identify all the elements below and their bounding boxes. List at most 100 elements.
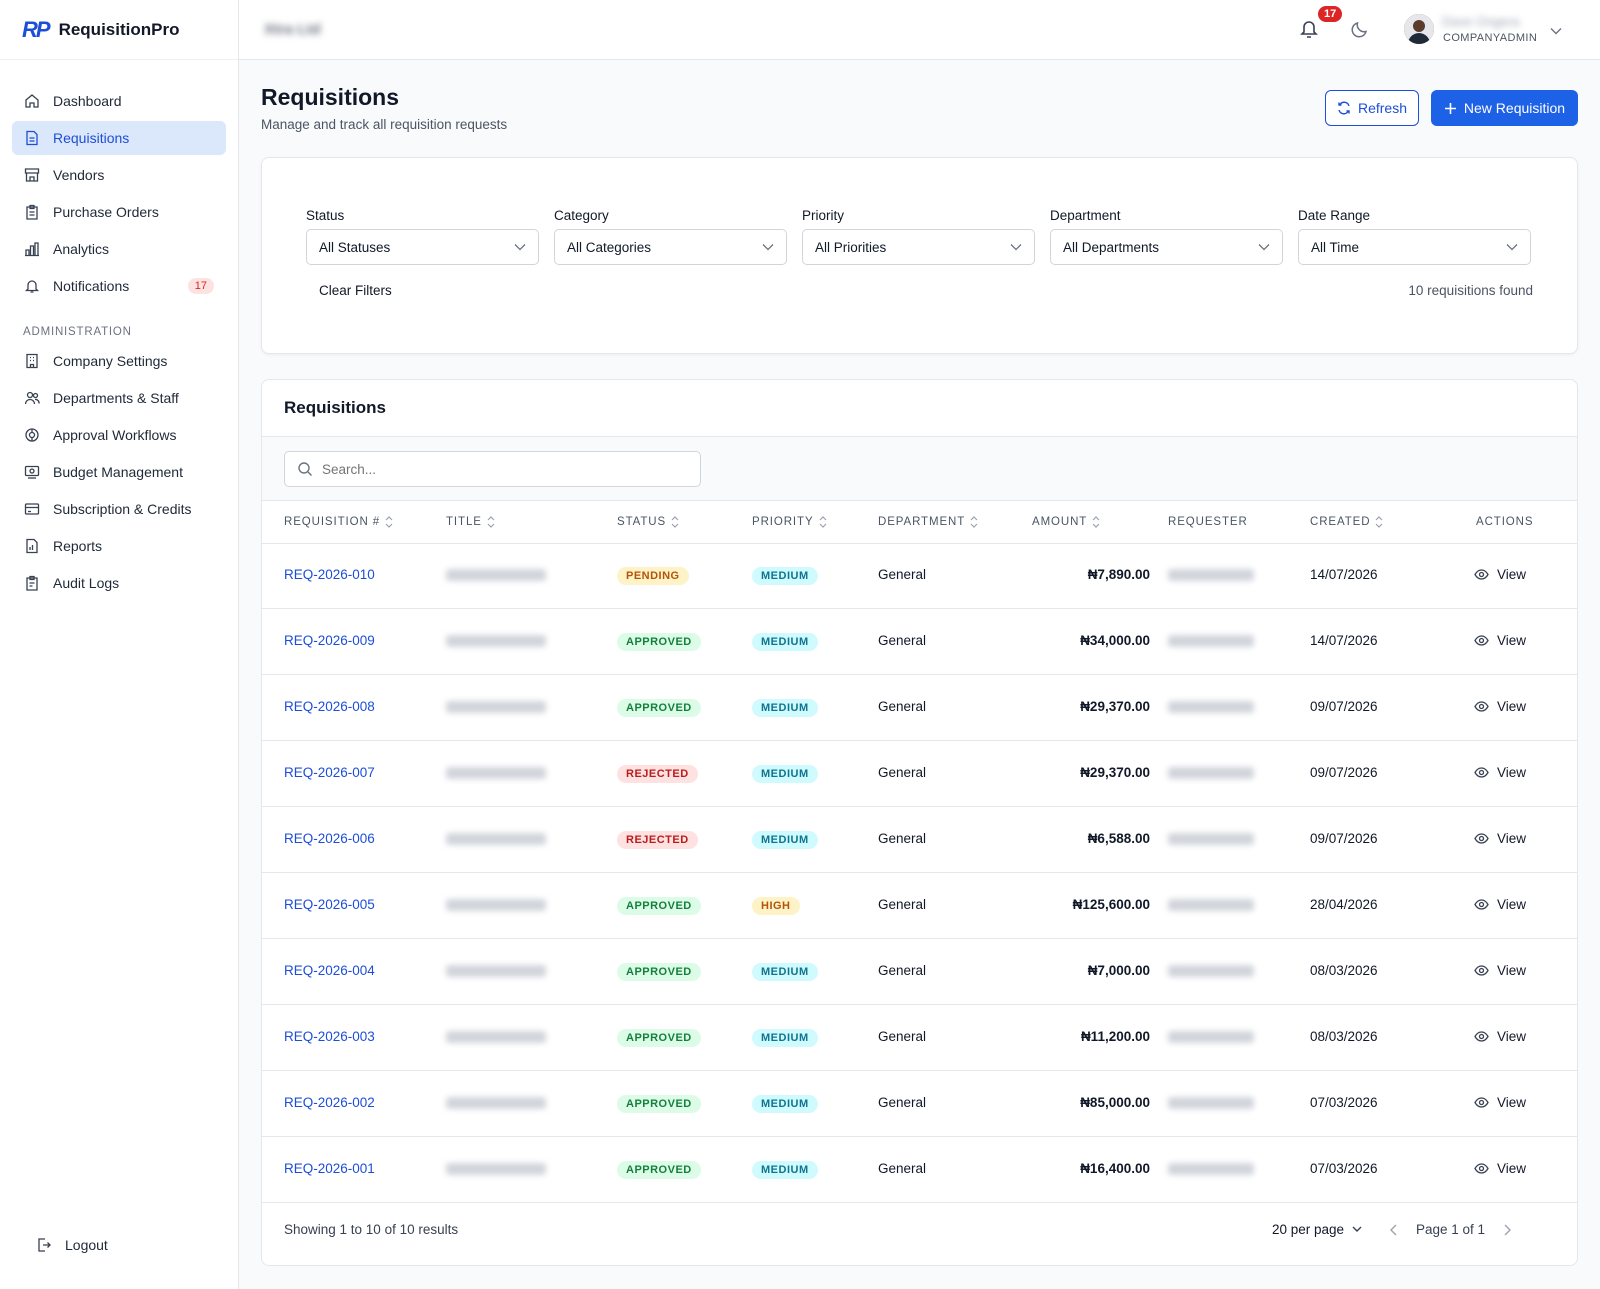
- status-select[interactable]: All Statuses: [306, 229, 539, 265]
- table-row[interactable]: REQ-2026-005 APPROVED HIGH General ₦125,600.…: [262, 873, 1577, 939]
- refresh-button[interactable]: Refresh: [1325, 90, 1419, 126]
- notifications-bell-icon[interactable]: [1299, 18, 1319, 43]
- requisition-link[interactable]: REQ-2026-002: [284, 1095, 375, 1110]
- eye-icon: [1474, 833, 1489, 844]
- department-cell: General: [878, 1095, 927, 1110]
- search-box[interactable]: [284, 451, 701, 487]
- requisition-link[interactable]: REQ-2026-009: [284, 633, 375, 648]
- avatar[interactable]: [1404, 14, 1434, 44]
- sidebar-item-dashboard[interactable]: Dashboard: [12, 84, 226, 118]
- sort-icon: [487, 516, 495, 528]
- new-requisition-button[interactable]: New Requisition: [1431, 90, 1578, 126]
- view-button[interactable]: View: [1474, 633, 1526, 648]
- view-label: View: [1497, 765, 1527, 780]
- date-range-select[interactable]: All Time: [1298, 229, 1531, 265]
- requisition-link[interactable]: REQ-2026-007: [284, 765, 375, 780]
- view-button[interactable]: View: [1474, 765, 1526, 780]
- requisition-link[interactable]: REQ-2026-001: [284, 1161, 375, 1176]
- requisition-link[interactable]: REQ-2026-003: [284, 1029, 375, 1044]
- view-button[interactable]: View: [1474, 1161, 1526, 1176]
- created-cell: 08/03/2026: [1310, 1029, 1378, 1044]
- category-filter-label: Category: [554, 208, 609, 223]
- amount-cell: ₦11,200.00: [1080, 1029, 1150, 1044]
- document-icon: [24, 130, 40, 146]
- sidebar-item-audit-logs[interactable]: Audit Logs: [12, 566, 226, 600]
- view-button[interactable]: View: [1474, 1095, 1526, 1110]
- requester-cell: [1168, 1097, 1254, 1109]
- requisition-link[interactable]: REQ-2026-004: [284, 963, 375, 978]
- table-row[interactable]: REQ-2026-003 APPROVED MEDIUM General ₦11,200…: [262, 1005, 1577, 1071]
- column-header-title[interactable]: TITLE: [446, 516, 495, 528]
- department-select[interactable]: All Departments: [1050, 229, 1283, 265]
- priority-select[interactable]: All Priorities: [802, 229, 1035, 265]
- bell-icon: [24, 278, 40, 294]
- view-label: View: [1497, 897, 1527, 912]
- requisition-link[interactable]: REQ-2026-010: [284, 567, 375, 582]
- requisition-link[interactable]: REQ-2026-008: [284, 699, 375, 714]
- per-page-select[interactable]: 20 per page: [1272, 1222, 1362, 1237]
- sidebar-item-departments-staff[interactable]: Departments & Staff: [12, 381, 226, 415]
- sidebar-item-vendors[interactable]: Vendors: [12, 158, 226, 192]
- user-menu-chevron-down-icon[interactable]: [1550, 22, 1562, 38]
- search-icon: [298, 462, 312, 476]
- table-row[interactable]: REQ-2026-006 REJECTED MEDIUM General ₦6,588.…: [262, 807, 1577, 873]
- sidebar-item-notifications[interactable]: Notifications 17: [12, 269, 226, 303]
- requisition-link[interactable]: REQ-2026-006: [284, 831, 375, 846]
- user-name: Dave Ongera: [1442, 14, 1520, 29]
- priority-badge: MEDIUM: [752, 1029, 818, 1047]
- view-button[interactable]: View: [1474, 699, 1526, 714]
- view-label: View: [1497, 699, 1527, 714]
- requisition-link[interactable]: REQ-2026-005: [284, 897, 375, 912]
- priority-badge: MEDIUM: [752, 567, 818, 585]
- created-cell: 14/07/2026: [1310, 633, 1378, 648]
- chevron-right-icon[interactable]: [1503, 1224, 1512, 1236]
- column-header-label: ACTIONS: [1476, 516, 1534, 528]
- table-row[interactable]: REQ-2026-008 APPROVED MEDIUM General ₦29,370…: [262, 675, 1577, 741]
- sidebar-item-company-settings[interactable]: Company Settings: [12, 344, 226, 378]
- table-row[interactable]: REQ-2026-002 APPROVED MEDIUM General ₦85,000…: [262, 1071, 1577, 1137]
- clear-filters-button[interactable]: Clear Filters: [319, 283, 392, 298]
- column-header-requisition[interactable]: REQUISITION #: [284, 516, 393, 528]
- building-icon: [24, 353, 40, 369]
- table-row[interactable]: REQ-2026-001 APPROVED MEDIUM General ₦16,400…: [262, 1137, 1577, 1203]
- sidebar-item-budget-management[interactable]: Budget Management: [12, 455, 226, 489]
- priority-badge: MEDIUM: [752, 1161, 818, 1179]
- sidebar-item-label: Purchase Orders: [53, 204, 159, 220]
- sidebar-item-requisitions[interactable]: Requisitions: [12, 121, 226, 155]
- search-input[interactable]: [322, 461, 682, 477]
- column-header-amount[interactable]: AMOUNT: [1032, 516, 1100, 528]
- view-button[interactable]: View: [1474, 1029, 1526, 1044]
- column-header-label: TITLE: [446, 516, 482, 528]
- table-row[interactable]: REQ-2026-004 APPROVED MEDIUM General ₦7,000.…: [262, 939, 1577, 1005]
- chevron-left-icon[interactable]: [1390, 1224, 1398, 1236]
- table-row[interactable]: REQ-2026-010 PENDING MEDIUM General ₦7,890.0…: [262, 543, 1577, 609]
- logout-button[interactable]: Logout: [24, 1228, 214, 1262]
- dark-mode-toggle-icon[interactable]: [1350, 19, 1370, 42]
- department-cell: General: [878, 633, 927, 648]
- column-header-created[interactable]: CREATED: [1310, 516, 1383, 528]
- created-cell: 07/03/2026: [1310, 1095, 1378, 1110]
- sidebar-item-subscription-credits[interactable]: Subscription & Credits: [12, 492, 226, 526]
- page-title: Requisitions: [261, 84, 400, 110]
- view-button[interactable]: View: [1474, 567, 1526, 582]
- column-header-priority[interactable]: PRIORITY: [752, 516, 827, 528]
- brand-logo: RP: [22, 16, 51, 42]
- sidebar-item-approval-workflows[interactable]: Approval Workflows: [12, 418, 226, 452]
- table-row[interactable]: REQ-2026-009 APPROVED MEDIUM General ₦34,000…: [262, 609, 1577, 675]
- view-button[interactable]: View: [1474, 897, 1526, 912]
- sidebar-item-purchase-orders[interactable]: Purchase Orders: [12, 195, 226, 229]
- sidebar-item-analytics[interactable]: Analytics: [12, 232, 226, 266]
- category-select[interactable]: All Categories: [554, 229, 787, 265]
- admin-section-title: ADMINISTRATION: [23, 326, 132, 338]
- page-subtitle: Manage and track all requisition request…: [261, 117, 508, 132]
- table-row[interactable]: REQ-2026-007 REJECTED MEDIUM General ₦29,370…: [262, 741, 1577, 807]
- created-cell: 09/07/2026: [1310, 831, 1378, 846]
- column-header-department[interactable]: DEPARTMENT: [878, 516, 978, 528]
- column-header-status[interactable]: STATUS: [617, 516, 679, 528]
- eye-icon: [1474, 1097, 1489, 1108]
- view-button[interactable]: View: [1474, 831, 1526, 846]
- sidebar-item-reports[interactable]: Reports: [12, 529, 226, 563]
- department-cell: General: [878, 831, 927, 846]
- brand[interactable]: RP RequisitionPro: [0, 0, 238, 60]
- view-button[interactable]: View: [1474, 963, 1526, 978]
